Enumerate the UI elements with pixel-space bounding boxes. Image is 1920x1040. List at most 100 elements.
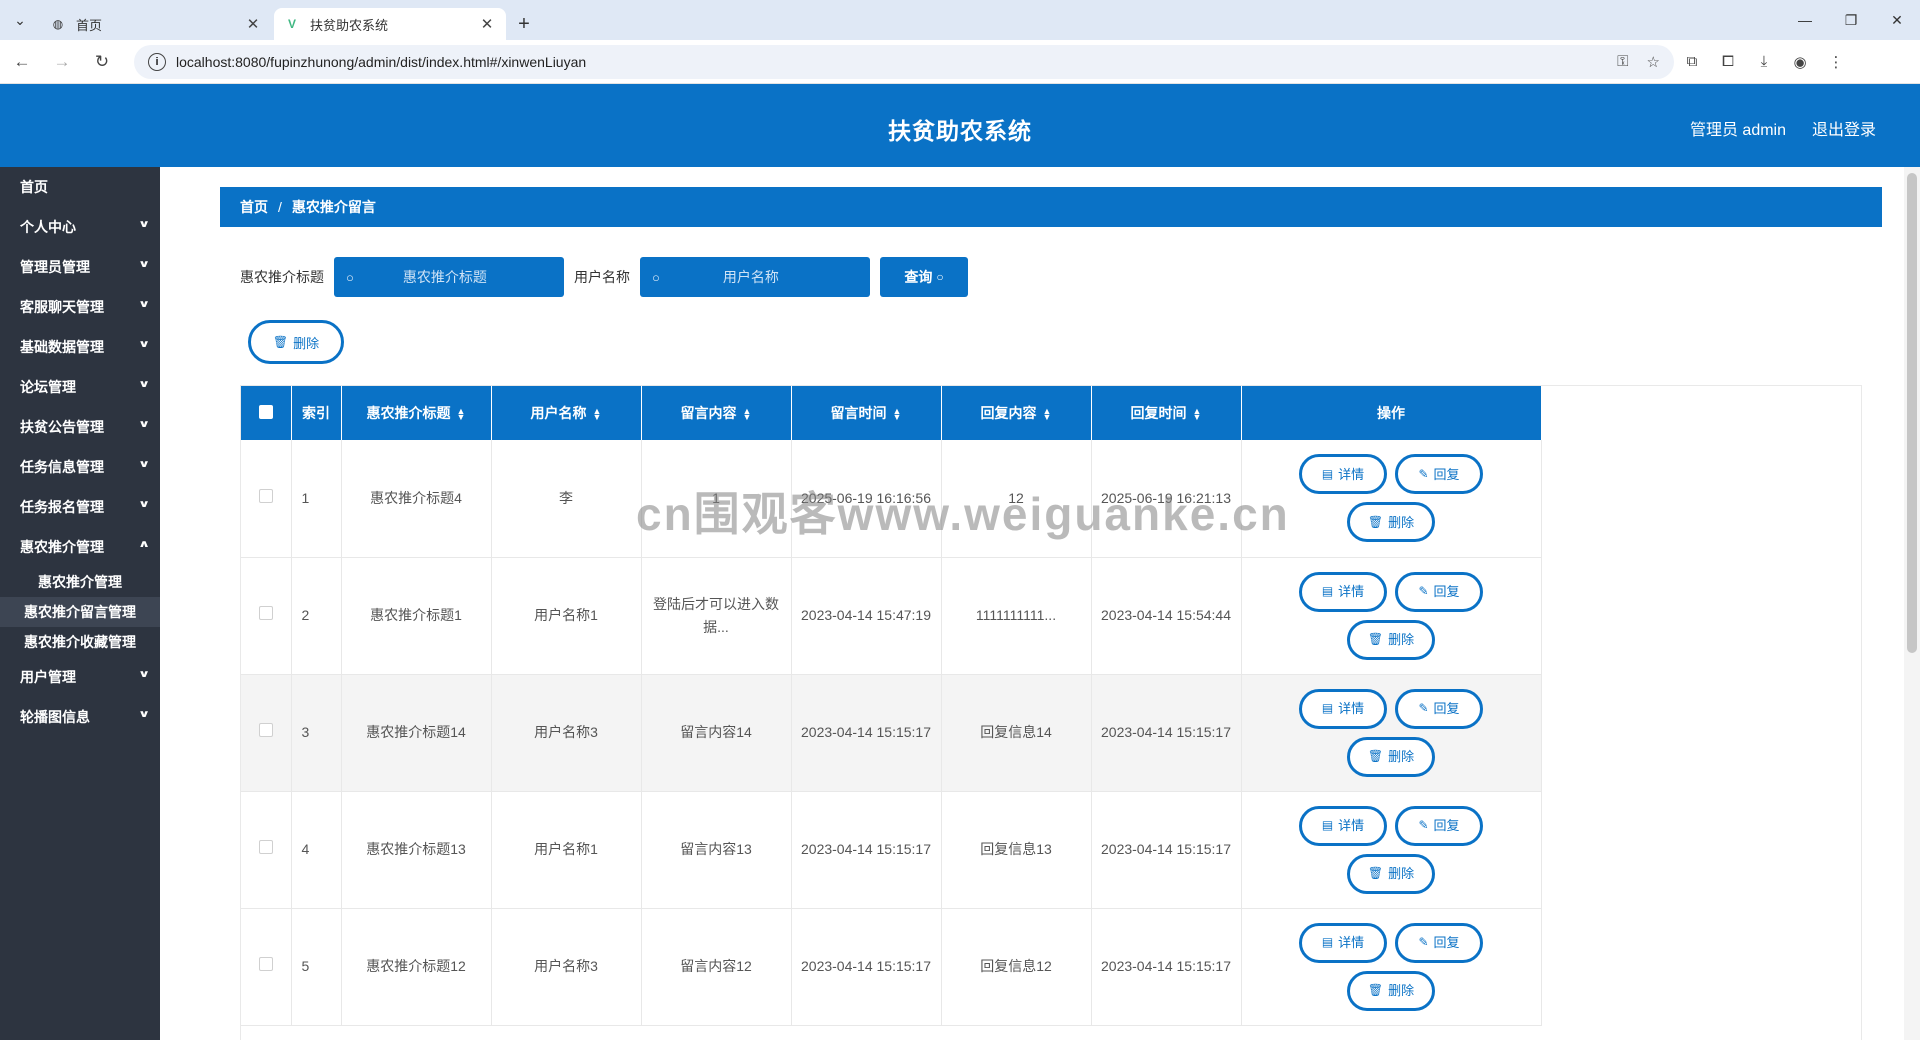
sidebar-item-notice[interactable]: 扶贫公告管理 ∨: [0, 407, 160, 447]
query-button-label: 查询: [904, 269, 933, 285]
reply-button[interactable]: ✎ 回复: [1395, 571, 1483, 612]
row-checkbox[interactable]: [258, 957, 273, 971]
sort-icon[interactable]: ▲ ▼: [743, 407, 752, 422]
browser-tab-home[interactable]: ◍ 首页 ✕: [40, 8, 272, 40]
row-checkbox[interactable]: [258, 606, 273, 620]
logout-link[interactable]: 退出登录: [1812, 116, 1876, 140]
url-text: localhost:8080/fupinzhunong/admin/dist/i…: [176, 53, 587, 70]
sidebar-item-chat-manage[interactable]: 客服聊天管理 ∨: [0, 287, 160, 327]
sort-icon[interactable]: ▲ ▼: [1193, 407, 1202, 422]
tab-title: 扶贫助农系统: [310, 17, 389, 33]
sort-icon[interactable]: ▲ ▼: [1043, 407, 1052, 422]
user-search-input[interactable]: ○ 用户名称: [640, 257, 870, 297]
column-header-reply[interactable]: 回复内容 ▲ ▼: [941, 386, 1092, 440]
sidebar-item-farm-promo[interactable]: 惠农推介管理 ∧: [0, 527, 160, 567]
delete-button[interactable]: 🗑 删除: [1347, 853, 1435, 894]
query-button[interactable]: 查询 ○: [880, 257, 968, 297]
more-icon[interactable]: ⋮: [1818, 44, 1854, 80]
column-header-user[interactable]: 用户名称 ▲ ▼: [491, 386, 642, 440]
url-input[interactable]: i localhost:8080/fupinzhunong/admin/dist…: [134, 44, 1674, 79]
column-header-title[interactable]: 惠农推介标题 ▲ ▼: [341, 386, 492, 440]
sort-icon[interactable]: ▲ ▼: [457, 407, 466, 422]
document-icon: ▤: [1321, 935, 1334, 949]
sidebar-subitem-promo-favorite[interactable]: 惠农推介收藏管理: [0, 627, 160, 657]
delete-button[interactable]: 🗑 删除: [1347, 502, 1435, 543]
sidebar-item-personal-center[interactable]: 个人中心 ∨: [0, 207, 160, 247]
sort-icon[interactable]: ▲ ▼: [893, 407, 902, 422]
sidebar-item-basic-data[interactable]: 基础数据管理 ∨: [0, 327, 160, 367]
sort-icon[interactable]: ▲ ▼: [593, 407, 602, 422]
chevron-down-icon: ∨: [137, 299, 151, 310]
profile-icon[interactable]: ◉: [1782, 44, 1818, 80]
column-header-index: 索引: [291, 386, 342, 440]
trash-icon: 🗑: [1367, 514, 1384, 529]
row-select-cell[interactable]: [241, 440, 292, 558]
detail-button[interactable]: ▤ 详情: [1299, 571, 1387, 612]
batch-delete-button[interactable]: 🗑 删除: [248, 320, 344, 364]
row-select-cell[interactable]: [241, 557, 292, 675]
new-tab-button[interactable]: +: [508, 8, 540, 40]
reply-button[interactable]: ✎ 回复: [1395, 922, 1483, 963]
crop-icon[interactable]: ⧉: [1674, 44, 1710, 80]
download-icon[interactable]: ⤓: [1746, 44, 1782, 80]
cell-title: 惠农推介标题4: [341, 440, 492, 558]
delete-button[interactable]: 🗑 删除: [1347, 736, 1435, 777]
select-all-header[interactable]: [241, 386, 292, 440]
browser-tab-bar: ⌄ ◍ 首页 ✕ V 扶贫助农系统 ✕ + — ❐ ✕: [0, 0, 1920, 40]
row-checkbox[interactable]: [258, 723, 273, 737]
tab-search-button[interactable]: ⌄: [0, 0, 40, 40]
extensions-icon[interactable]: ⧠: [1710, 44, 1746, 80]
detail-button[interactable]: ▤ 详情: [1299, 805, 1387, 846]
close-icon[interactable]: ✕: [478, 15, 496, 33]
reload-button[interactable]: ↻: [84, 44, 120, 80]
back-button[interactable]: ←: [4, 44, 40, 80]
sidebar-item-task-info[interactable]: 任务信息管理 ∨: [0, 447, 160, 487]
row-select-cell[interactable]: [241, 791, 292, 909]
sidebar-item-admin-manage[interactable]: 管理员管理 ∨: [0, 247, 160, 287]
star-icon[interactable]: ☆: [1647, 53, 1660, 71]
delete-button[interactable]: 🗑 删除: [1347, 970, 1435, 1011]
forward-button[interactable]: →: [44, 44, 80, 80]
select-all-checkbox[interactable]: [258, 404, 273, 419]
cell-user: 用户名称1: [491, 557, 642, 675]
key-icon[interactable]: ⚿: [1617, 53, 1628, 70]
row-checkbox[interactable]: [258, 488, 273, 503]
delete-button[interactable]: 🗑 删除: [1347, 619, 1435, 660]
document-icon: ▤: [1321, 701, 1334, 715]
reply-button[interactable]: ✎ 回复: [1395, 688, 1483, 729]
sidebar-item-forum[interactable]: 论坛管理 ∨: [0, 367, 160, 407]
row-select-cell[interactable]: [241, 674, 292, 792]
row-checkbox[interactable]: [258, 840, 273, 854]
minimize-icon[interactable]: —: [1782, 0, 1828, 40]
column-header-reply-time[interactable]: 回复时间 ▲ ▼: [1091, 386, 1242, 440]
sidebar-item-label: 个人中心: [20, 219, 76, 235]
row-select-cell[interactable]: [241, 908, 292, 1026]
sidebar-subitem-promo-manage[interactable]: 惠农推介管理: [0, 567, 160, 597]
column-header-content[interactable]: 留言内容 ▲ ▼: [641, 386, 792, 440]
close-icon[interactable]: ✕: [244, 15, 262, 33]
sidebar-item-label: 管理员管理: [20, 259, 90, 275]
scrollbar-thumb[interactable]: [1907, 173, 1917, 653]
document-icon: ▤: [1321, 584, 1334, 598]
sidebar-item-user-manage[interactable]: 用户管理 ∨: [0, 657, 160, 697]
detail-button[interactable]: ▤ 详情: [1299, 688, 1387, 729]
browser-tab-system[interactable]: V 扶贫助农系统 ✕: [274, 8, 506, 40]
cell-index: 3: [291, 674, 342, 792]
breadcrumb-separator: /: [278, 199, 282, 215]
sidebar-item-label: 客服聊天管理: [20, 299, 104, 315]
close-window-icon[interactable]: ✕: [1874, 0, 1920, 40]
detail-button[interactable]: ▤ 详情: [1299, 454, 1387, 495]
sidebar-subitem-promo-message[interactable]: 惠农推介留言管理: [0, 597, 160, 627]
reply-button[interactable]: ✎ 回复: [1395, 454, 1483, 495]
detail-button[interactable]: ▤ 详情: [1299, 922, 1387, 963]
column-header-time[interactable]: 留言时间 ▲ ▼: [791, 386, 942, 440]
sidebar-item-home[interactable]: 首页: [0, 167, 160, 207]
reply-button[interactable]: ✎ 回复: [1395, 805, 1483, 846]
breadcrumb-home[interactable]: 首页: [240, 197, 268, 217]
sidebar-item-carousel[interactable]: 轮播图信息 ∨: [0, 697, 160, 737]
info-icon[interactable]: i: [148, 52, 166, 71]
title-search-input[interactable]: ○ 惠农推介标题: [334, 257, 564, 297]
sidebar-item-task-signup[interactable]: 任务报名管理 ∨: [0, 487, 160, 527]
restore-icon[interactable]: ❐: [1828, 0, 1874, 40]
page-scrollbar[interactable]: [1904, 167, 1920, 1040]
